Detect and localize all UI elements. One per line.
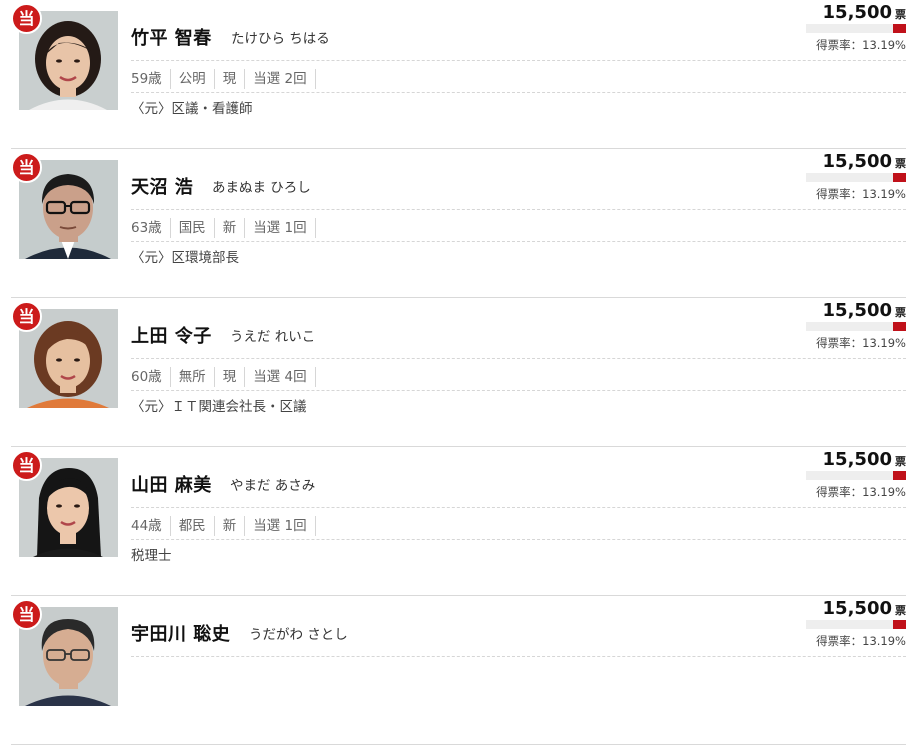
vote-unit: 票	[895, 8, 906, 21]
divider	[131, 507, 906, 508]
vote-share-bar	[806, 173, 906, 182]
status: 新	[215, 218, 246, 238]
status: 新	[215, 516, 246, 536]
vote-share-fill	[892, 471, 906, 480]
vote-number: 15,500	[822, 151, 892, 172]
candidate-card[interactable]: 当 竹平 智春 たけひら ちはる 59歳 公明 現 当選 2回 〈元〉区議・看護…	[11, 0, 906, 149]
divider	[131, 209, 906, 210]
party: 国民	[171, 218, 215, 238]
vote-rate: 得票率：13.19%	[816, 634, 906, 648]
status: 現	[215, 367, 246, 387]
candidate-kana: あまぬま ひろし	[212, 180, 311, 196]
candidate-card[interactable]: 当 山田 麻美 やまだ あさみ 44歳 都民 新 当選 1回 税理士 15,50…	[11, 447, 906, 596]
vote-count: 15,500 票	[823, 300, 906, 321]
candidate-name[interactable]: 上田 令子	[131, 322, 212, 348]
divider	[131, 358, 906, 359]
vote-count: 15,500 票	[823, 2, 906, 23]
vote-share-bar	[806, 620, 906, 629]
elected-badge-icon: 当	[11, 152, 42, 183]
elected-badge-icon: 当	[11, 301, 42, 332]
vote-rate: 得票率：13.19%	[816, 485, 906, 499]
vote-share-fill	[892, 620, 906, 629]
vote-count: 15,500 票	[823, 151, 906, 172]
elected-badge-icon: 当	[11, 3, 42, 34]
vote-number: 15,500	[822, 300, 892, 321]
vote-share-fill	[892, 173, 906, 182]
candidate-card[interactable]: 当 上田 令子 うえだ れいこ 60歳 無所 現 当選 4回 〈元〉ＩＴ関連会社…	[11, 298, 906, 447]
candidate-meta: 63歳 国民 新 当選 1回	[131, 216, 316, 240]
vote-number: 15,500	[822, 449, 892, 470]
vote-share-bar	[806, 322, 906, 331]
win-count: 当選 1回	[245, 516, 316, 536]
party: 無所	[171, 367, 215, 387]
divider	[131, 241, 906, 242]
vote-rate: 得票率：13.19%	[816, 38, 906, 52]
vote-number: 15,500	[822, 2, 892, 23]
vote-share-fill	[892, 322, 906, 331]
career: 〈元〉区環境部長	[131, 250, 239, 266]
vote-rate: 得票率：13.19%	[816, 336, 906, 350]
vote-count: 15,500 票	[823, 598, 906, 619]
career: 税理士	[131, 548, 172, 564]
vote-share-bar	[806, 24, 906, 33]
win-count: 当選 1回	[245, 218, 316, 238]
elected-badge-icon: 当	[11, 450, 42, 481]
divider	[131, 60, 906, 61]
candidate-kana: やまだ あさみ	[230, 478, 316, 494]
vote-share-fill	[892, 24, 906, 33]
vote-unit: 票	[895, 604, 906, 617]
candidate-name[interactable]: 宇田川 聡史	[131, 620, 230, 646]
win-count: 当選 4回	[245, 367, 316, 387]
candidate-meta: 59歳 公明 現 当選 2回	[131, 67, 316, 91]
party: 都民	[171, 516, 215, 536]
career: 〈元〉ＩＴ関連会社長・区議	[131, 399, 307, 415]
vote-share-bar	[806, 471, 906, 480]
candidate-name[interactable]: 竹平 智春	[131, 24, 212, 50]
vote-unit: 票	[895, 455, 906, 468]
vote-rate: 得票率：13.19%	[816, 187, 906, 201]
status: 現	[215, 69, 246, 89]
candidate-list: 当 竹平 智春 たけひら ちはる 59歳 公明 現 当選 2回 〈元〉区議・看護…	[0, 0, 918, 745]
vote-number: 15,500	[822, 598, 892, 619]
candidate-card[interactable]: 当 天沼 浩 あまぬま ひろし 63歳 国民 新 当選 1回 〈元〉区環境部長 …	[11, 149, 906, 298]
candidate-card[interactable]: 当 宇田川 聡史 うだがわ さとし 15,500 票 得票率：13.19%	[11, 596, 906, 745]
vote-count: 15,500 票	[823, 449, 906, 470]
age: 59歳	[131, 69, 171, 89]
candidate-name[interactable]: 山田 麻美	[131, 471, 212, 497]
candidate-kana: うだがわ さとし	[249, 627, 348, 643]
divider	[131, 390, 906, 391]
age: 44歳	[131, 516, 171, 536]
divider	[131, 656, 906, 657]
party: 公明	[171, 69, 215, 89]
win-count: 当選 2回	[245, 69, 316, 89]
candidate-name[interactable]: 天沼 浩	[131, 173, 193, 199]
elected-badge-icon: 当	[11, 599, 42, 630]
candidate-meta: 60歳 無所 現 当選 4回	[131, 365, 316, 389]
vote-unit: 票	[895, 157, 906, 170]
candidate-kana: うえだ れいこ	[230, 329, 316, 345]
candidate-kana: たけひら ちはる	[231, 31, 330, 47]
candidate-meta: 44歳 都民 新 当選 1回	[131, 514, 316, 538]
career: 〈元〉区議・看護師	[131, 101, 253, 117]
age: 60歳	[131, 367, 171, 387]
divider	[131, 92, 906, 93]
vote-unit: 票	[895, 306, 906, 319]
divider	[131, 539, 906, 540]
age: 63歳	[131, 218, 171, 238]
